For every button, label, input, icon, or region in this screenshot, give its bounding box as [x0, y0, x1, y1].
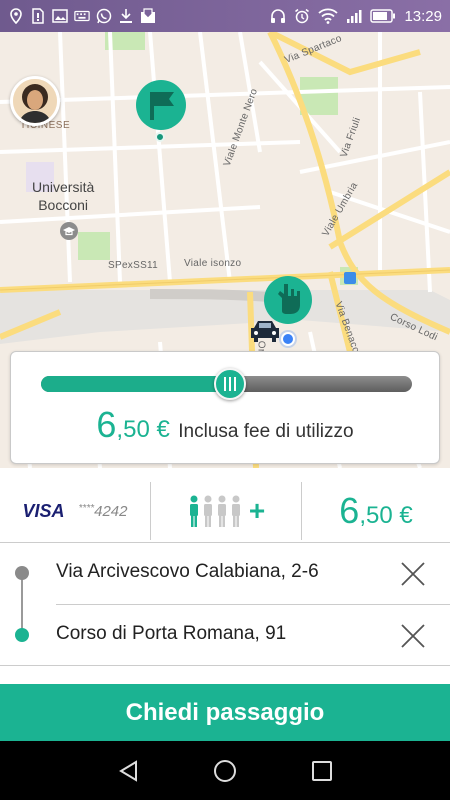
image-icon [52, 8, 68, 24]
street-label: SPexSS11 [108, 260, 159, 271]
back-icon[interactable] [113, 756, 143, 786]
wifi-icon [318, 8, 339, 24]
recents-icon[interactable] [307, 756, 337, 786]
route-connector [21, 573, 23, 635]
school-icon [60, 222, 78, 240]
battery-icon [370, 8, 396, 24]
headset-icon [270, 8, 286, 24]
price-slider[interactable] [41, 368, 412, 400]
keyboard-icon [74, 8, 90, 24]
destination-address[interactable]: Corso di Porta Romana, 91 [56, 623, 286, 645]
card-number: ****4242 [78, 502, 128, 520]
fare-summary: 6,50 € [302, 490, 450, 532]
price-integer: 6 [96, 404, 117, 445]
request-ride-button[interactable]: Chiedi passaggio [0, 684, 450, 741]
route-panel: Via Arcivescovo Calabiana, 2-6 Corso di … [0, 542, 450, 666]
add-passenger-button[interactable]: + [249, 495, 265, 527]
inbox-icon [140, 8, 156, 24]
fare-decimal: ,50 € [359, 502, 413, 529]
payment-method[interactable]: VISA ****4242 [0, 501, 150, 522]
price-slider-fill [41, 376, 230, 392]
destination-dot-icon [15, 628, 29, 642]
sim-alert-icon [30, 8, 46, 24]
price-decimal: ,50 € [116, 416, 170, 443]
signal-icon [346, 8, 362, 24]
pickup-hand-icon[interactable] [264, 276, 312, 324]
origin-address[interactable]: Via Arcivescovo Calabiana, 2-6 [56, 561, 319, 583]
ride-info-row: VISA ****4242 + 6,50 € [0, 476, 450, 546]
destination-flag-icon[interactable] [136, 80, 186, 130]
clear-origin-icon[interactable] [398, 559, 428, 589]
status-bar: 13:29 [0, 0, 450, 32]
whatsapp-icon [96, 8, 112, 24]
clear-destination-icon[interactable] [398, 621, 428, 651]
origin-dot-icon [15, 566, 29, 580]
download-icon [118, 8, 134, 24]
transit-icon [344, 272, 356, 284]
current-location-dot [281, 332, 295, 346]
passengers-icon [189, 495, 240, 527]
car-icon [248, 318, 282, 346]
clock: 13:29 [404, 7, 442, 25]
navigation-bar [0, 741, 450, 800]
price-panel: 6,50 € Inclusa fee di utilizzo [10, 351, 440, 464]
location-icon [8, 8, 24, 24]
street-label: Viale isonzo [184, 258, 242, 269]
divider [56, 604, 450, 605]
passenger-selector[interactable]: + [151, 494, 301, 528]
price-note: Inclusa fee di utilizzo [178, 421, 354, 442]
destination-pin [155, 132, 165, 142]
notification-icons [8, 8, 156, 24]
price-label: 6,50 € Inclusa fee di utilizzo [11, 404, 439, 446]
home-icon[interactable] [210, 756, 240, 786]
visa-logo: VISA [22, 500, 65, 521]
price-slider-thumb[interactable] [214, 368, 246, 400]
poi-label: Università Bocconi [32, 179, 95, 213]
user-avatar[interactable] [10, 76, 60, 126]
system-icons: 13:29 [270, 8, 442, 25]
fare-integer: 6 [339, 490, 360, 531]
alarm-icon [294, 8, 310, 24]
